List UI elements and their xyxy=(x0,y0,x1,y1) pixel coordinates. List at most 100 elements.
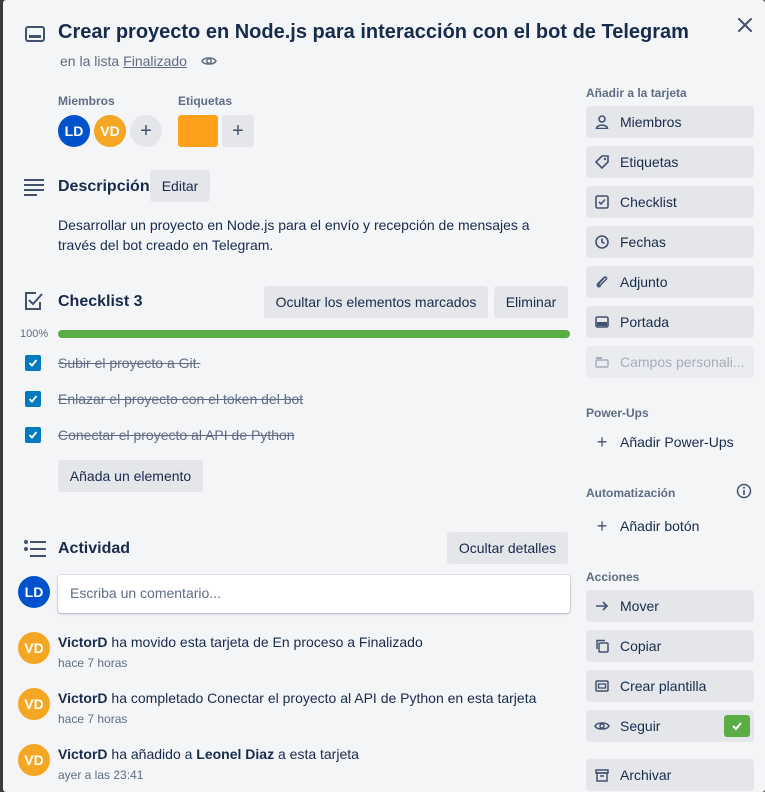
plus-icon: + xyxy=(140,119,152,142)
add-button-button[interactable]: + Añadir botón xyxy=(586,510,754,542)
activity-title: Actividad xyxy=(58,540,131,557)
sidebar-checklist-button[interactable]: Checklist xyxy=(586,186,754,218)
sidebar-item-label: Adjunto xyxy=(620,274,668,290)
sidebar-item-label: Añadir botón xyxy=(620,518,700,534)
sidebar-cover-button[interactable]: Portada xyxy=(586,306,754,338)
members-label: Miembros xyxy=(58,94,115,108)
checkbox[interactable] xyxy=(25,427,41,443)
copy-icon xyxy=(594,638,610,654)
activity-target-user[interactable]: Leonel Diaz xyxy=(196,746,274,762)
activity-entry: VictorD ha movido esta tarjeta de En pro… xyxy=(58,634,423,650)
add-powerups-button[interactable]: + Añadir Power-Ups xyxy=(586,426,754,458)
activity-user[interactable]: VictorD xyxy=(58,690,108,706)
activity-user[interactable]: VictorD xyxy=(58,746,108,762)
card-icon xyxy=(25,26,45,42)
archive-button[interactable]: Archivar xyxy=(586,759,754,791)
person-icon xyxy=(594,114,610,130)
checklist-item[interactable]: Enlazar el proyecto con el token del bot xyxy=(25,391,303,407)
archive-icon xyxy=(594,767,610,783)
cover-icon xyxy=(594,314,610,330)
avatar[interactable]: LD xyxy=(58,115,90,147)
activity-time[interactable]: hace 7 horas xyxy=(58,712,127,726)
list-prefix: en la lista xyxy=(60,53,120,69)
eye-icon xyxy=(594,718,610,734)
checklist-item[interactable]: Subir el proyecto a Git. xyxy=(25,355,200,371)
sidebar-item-label: Copiar xyxy=(620,638,662,654)
sidebar-item-label: Miembros xyxy=(620,114,682,130)
description-title: Descripción xyxy=(58,178,150,195)
copy-button[interactable]: Copiar xyxy=(586,630,754,662)
activity-time[interactable]: ayer a las 23:41 xyxy=(58,768,143,782)
checklist-item[interactable]: Conectar el proyecto al API de Python xyxy=(25,427,295,443)
checklist-icon xyxy=(25,292,43,310)
tag-icon xyxy=(594,154,610,170)
avatar[interactable]: LD xyxy=(18,576,50,608)
sidebar-dates-button[interactable]: Fechas xyxy=(586,226,754,258)
progress-fill xyxy=(58,330,570,338)
sidebar-item-label: Fechas xyxy=(620,234,666,250)
edit-description-button[interactable]: Editar xyxy=(150,170,210,202)
checkbox[interactable] xyxy=(25,391,41,407)
labels-label: Etiquetas xyxy=(178,94,233,108)
add-to-card-title: Añadir a la tarjeta xyxy=(586,86,687,100)
avatar[interactable]: VD xyxy=(18,744,50,776)
add-checklist-item-button[interactable]: Añada un elemento xyxy=(58,460,203,492)
description-text[interactable]: Desarrollar un proyecto en Node.js para … xyxy=(58,215,570,255)
arrow-right-icon xyxy=(594,598,610,614)
progress-bar xyxy=(58,330,570,338)
activity-icon xyxy=(24,540,46,557)
card-detail-modal: Crear proyecto en Node.js para interacci… xyxy=(3,0,765,792)
sidebar-item-label: Seguir xyxy=(620,718,661,734)
create-template-button[interactable]: Crear plantilla xyxy=(586,670,754,702)
avatar[interactable]: VD xyxy=(18,632,50,664)
comment-input[interactable]: Escriba un comentario... xyxy=(58,575,570,613)
sidebar-custom-fields-button[interactable]: Campos personali... xyxy=(586,346,754,378)
hide-checked-button[interactable]: Ocultar los elementos marcados xyxy=(264,286,488,318)
activity-text: ha añadido a xyxy=(107,746,197,762)
activity-entry: VictorD ha completado Conectar el proyec… xyxy=(58,690,536,706)
plus-icon: + xyxy=(232,119,244,142)
list-link[interactable]: Finalizado xyxy=(123,53,187,69)
checklist-title: Checklist 3 xyxy=(58,293,143,310)
check-icon xyxy=(28,395,38,403)
sidebar-item-label: Mover xyxy=(620,598,659,614)
automation-title: Automatización xyxy=(586,486,676,500)
eye-icon xyxy=(201,57,217,65)
description-icon xyxy=(24,179,44,196)
activity-time[interactable]: hace 7 horas xyxy=(58,656,127,670)
sidebar-item-label: Etiquetas xyxy=(620,154,679,170)
avatar[interactable]: VD xyxy=(18,688,50,720)
sidebar-item-label: Crear plantilla xyxy=(620,678,707,694)
label-chip-orange[interactable] xyxy=(178,115,218,147)
card-title[interactable]: Crear proyecto en Node.js para interacci… xyxy=(58,21,689,44)
avatar[interactable]: VD xyxy=(94,115,126,147)
sidebar-members-button[interactable]: Miembros xyxy=(586,106,754,138)
actions-title: Acciones xyxy=(586,570,640,584)
following-check-badge xyxy=(724,715,750,737)
checkbox[interactable] xyxy=(25,355,41,371)
activity-text: a esta tarjeta xyxy=(274,746,359,762)
check-icon xyxy=(28,431,38,439)
info-icon[interactable] xyxy=(736,483,752,499)
checklist-item-text[interactable]: Conectar el proyecto al API de Python xyxy=(58,427,295,443)
close-icon[interactable] xyxy=(736,16,754,34)
clock-icon xyxy=(594,234,610,250)
checklist-item-text[interactable]: Enlazar el proyecto con el token del bot xyxy=(58,391,303,407)
checklist-item-text[interactable]: Subir el proyecto a Git. xyxy=(58,355,200,371)
plus-icon: + xyxy=(596,515,608,536)
activity-user[interactable]: VictorD xyxy=(58,634,108,650)
activity-entry: VictorD ha añadido a Leonel Diaz a esta … xyxy=(58,746,359,762)
hide-details-button[interactable]: Ocultar detalles xyxy=(447,532,568,564)
sidebar-attachment-button[interactable]: Adjunto xyxy=(586,266,754,298)
delete-checklist-button[interactable]: Eliminar xyxy=(494,286,568,318)
add-label-button[interactable]: + xyxy=(222,115,254,147)
sidebar-item-label: Portada xyxy=(620,314,670,330)
add-member-button[interactable]: + xyxy=(130,115,162,147)
follow-button[interactable]: Seguir xyxy=(586,710,754,742)
card-list-info: en la lista Finalizado xyxy=(60,53,217,69)
paperclip-icon xyxy=(594,274,610,290)
sidebar-labels-button[interactable]: Etiquetas xyxy=(586,146,754,178)
check-icon xyxy=(732,722,742,731)
move-button[interactable]: Mover xyxy=(586,590,754,622)
activity-text: ha completado Conectar el proyecto al AP… xyxy=(107,690,537,706)
